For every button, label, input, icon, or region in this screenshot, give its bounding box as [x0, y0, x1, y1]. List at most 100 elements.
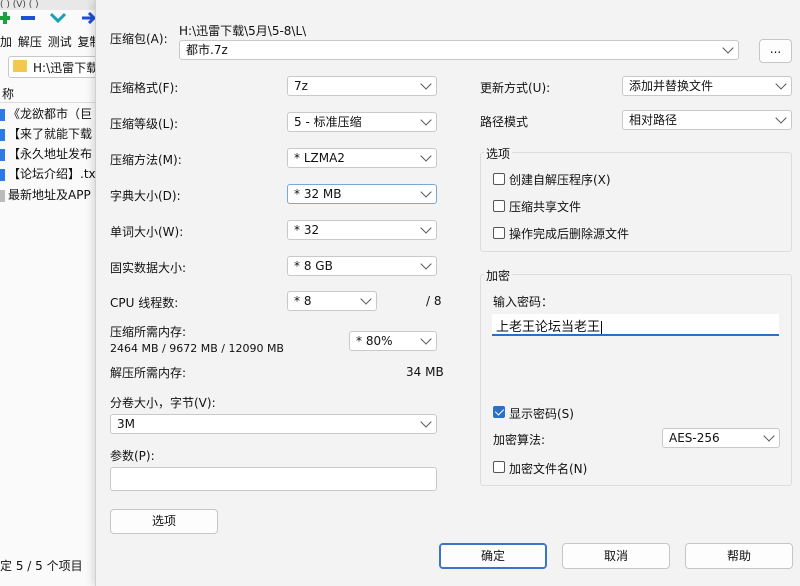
address-text: H:\迅雷下载 — [33, 61, 99, 75]
dict-select[interactable]: * 32 MB — [287, 184, 437, 204]
test-icon[interactable] — [50, 12, 66, 24]
volume-select[interactable]: 3M — [110, 414, 437, 434]
mem-decompress-label: 解压所需内存: — [110, 366, 187, 380]
file-name: 【来了就能下载 — [8, 127, 93, 141]
add-to-archive-dialog: 压缩包(A): H:\迅雷下载\5月\5-8\L\ 都市.7z ... 压缩格式… — [95, 0, 800, 586]
method-select[interactable]: * LZMA2 — [287, 148, 437, 168]
pathmode-label: 路径模式 — [480, 115, 529, 129]
chevron-down-icon — [420, 186, 432, 198]
encrypt-filenames-label[interactable]: 加密文件名(N) — [509, 460, 587, 477]
shared-checkbox[interactable] — [493, 200, 505, 212]
level-value: 5 - 标准压缩 — [294, 115, 362, 129]
file-row[interactable]: 【永久地址发布 — [0, 144, 110, 164]
word-select[interactable]: * 32 — [287, 220, 437, 240]
show-password-checkbox[interactable] — [493, 406, 505, 418]
status-bar: 定 5 / 5 个项目 — [0, 559, 83, 573]
word-label: 单词大小(W): — [110, 225, 184, 239]
options-button[interactable]: 选项 — [110, 509, 218, 534]
copy-icon[interactable] — [80, 12, 96, 24]
file-name: 《龙欲都市（巨 — [8, 107, 93, 121]
archive-name-combo[interactable]: 都市.7z — [179, 40, 739, 60]
password-value: 上老王论坛当老王 — [496, 316, 603, 335]
file-name: 【永久地址发布 — [8, 147, 93, 161]
file-icon — [0, 148, 5, 161]
column-header-name[interactable]: 称 — [0, 84, 110, 103]
ok-button[interactable]: 确定 — [439, 543, 547, 569]
level-select[interactable]: 5 - 标准压缩 — [287, 112, 437, 132]
options-group-title: 选项 — [484, 145, 513, 162]
enc-method-label: 加密算法: — [493, 433, 546, 447]
volume-value: 3M — [117, 417, 135, 431]
show-password-label[interactable]: 显示密码(S) — [509, 405, 574, 422]
file-icon — [0, 128, 5, 141]
word-value: * 32 — [294, 223, 320, 237]
mem-compress-detail: 2464 MB / 9672 MB / 12090 MB — [110, 342, 284, 355]
format-label: 压缩格式(F): — [110, 81, 179, 95]
method-label: 压缩方法(M): — [110, 153, 182, 167]
mem-decompress-value: 34 MB — [406, 365, 444, 379]
update-value: 添加并替换文件 — [629, 79, 714, 93]
sfx-label[interactable]: 创建自解压程序(X) — [509, 171, 611, 188]
file-icon — [0, 168, 5, 181]
delete-after-label[interactable]: 操作完成后删除源文件 — [509, 225, 629, 242]
level-label: 压缩等级(L): — [110, 117, 179, 131]
params-label: 参数(P): — [110, 449, 155, 463]
background-menubar: ( ) (V) ( ) — [0, 0, 110, 10]
file-icon — [0, 108, 5, 121]
update-select[interactable]: 添加并替换文件 — [622, 76, 792, 96]
chevron-down-icon — [420, 78, 432, 90]
shared-label[interactable]: 压缩共享文件 — [509, 198, 581, 215]
background-file-manager: ( ) (V) ( ) 加 解压 测试 复制 H:\迅雷下载 称 《龙欲都市（巨… — [0, 0, 110, 586]
chevron-down-icon — [420, 150, 432, 162]
params-input[interactable] — [110, 467, 437, 491]
file-row[interactable]: 【来了就能下载 — [0, 124, 110, 144]
pathmode-select[interactable]: 相对路径 — [622, 110, 792, 130]
enc-method-value: AES-256 — [669, 431, 720, 445]
encryption-group-title: 加密 — [484, 267, 513, 284]
solid-value: * 8 GB — [294, 259, 333, 273]
threads-max: / 8 — [426, 294, 442, 308]
chevron-down-icon — [775, 112, 787, 124]
archive-name-value: 都市.7z — [186, 43, 228, 57]
file-icon — [0, 189, 5, 202]
extract-icon[interactable] — [20, 12, 36, 24]
file-name: 【论坛介绍】.txt — [8, 167, 101, 181]
password-input[interactable]: 上老王论坛当老王 — [492, 314, 779, 336]
enc-method-select[interactable]: AES-256 — [662, 428, 780, 448]
delete-after-checkbox[interactable] — [493, 227, 505, 239]
volume-label: 分卷大小，字节(V): — [110, 396, 216, 410]
toolbar-extract-label[interactable]: 解压 — [18, 35, 42, 49]
address-bar[interactable]: H:\迅雷下载 — [8, 56, 108, 78]
file-row[interactable]: 最新地址及APP — [0, 185, 110, 205]
toolbar-test-label[interactable]: 测试 — [48, 35, 72, 49]
help-button[interactable]: 帮助 — [685, 543, 793, 569]
threads-select[interactable]: * 8 — [287, 291, 377, 311]
encrypt-filenames-checkbox[interactable] — [493, 461, 505, 473]
format-select[interactable]: 7z — [287, 76, 437, 96]
mem-percent-value: * 80% — [356, 334, 393, 348]
password-label: 输入密码： — [493, 295, 554, 309]
chevron-down-icon — [763, 430, 775, 442]
update-label: 更新方式(U): — [480, 81, 551, 95]
format-value: 7z — [294, 79, 308, 93]
chevron-down-icon — [420, 416, 432, 428]
chevron-down-icon — [420, 258, 432, 270]
solid-select[interactable]: * 8 GB — [287, 256, 437, 276]
background-toolbar-labels: 加 解压 测试 复制 — [0, 33, 104, 50]
text-caret — [601, 321, 603, 334]
add-icon[interactable] — [0, 12, 16, 24]
chevron-down-icon — [420, 333, 432, 345]
browse-button[interactable]: ... — [759, 39, 792, 63]
dict-value: * 32 MB — [294, 187, 342, 201]
pathmode-value: 相对路径 — [629, 113, 678, 127]
toolbar-add-label[interactable]: 加 — [0, 35, 12, 49]
archive-path: H:\迅雷下载\5月\5-8\L\ — [179, 24, 307, 38]
file-row[interactable]: 《龙欲都市（巨 — [0, 104, 110, 124]
threads-label: CPU 线程数: — [110, 296, 179, 310]
threads-value: * 8 — [294, 294, 312, 308]
file-row[interactable]: 【论坛介绍】.txt — [0, 164, 110, 184]
sfx-checkbox[interactable] — [493, 173, 505, 185]
mem-percent-select[interactable]: * 80% — [349, 331, 437, 351]
dict-label: 字典大小(D): — [110, 189, 181, 203]
cancel-button[interactable]: 取消 — [562, 543, 670, 569]
